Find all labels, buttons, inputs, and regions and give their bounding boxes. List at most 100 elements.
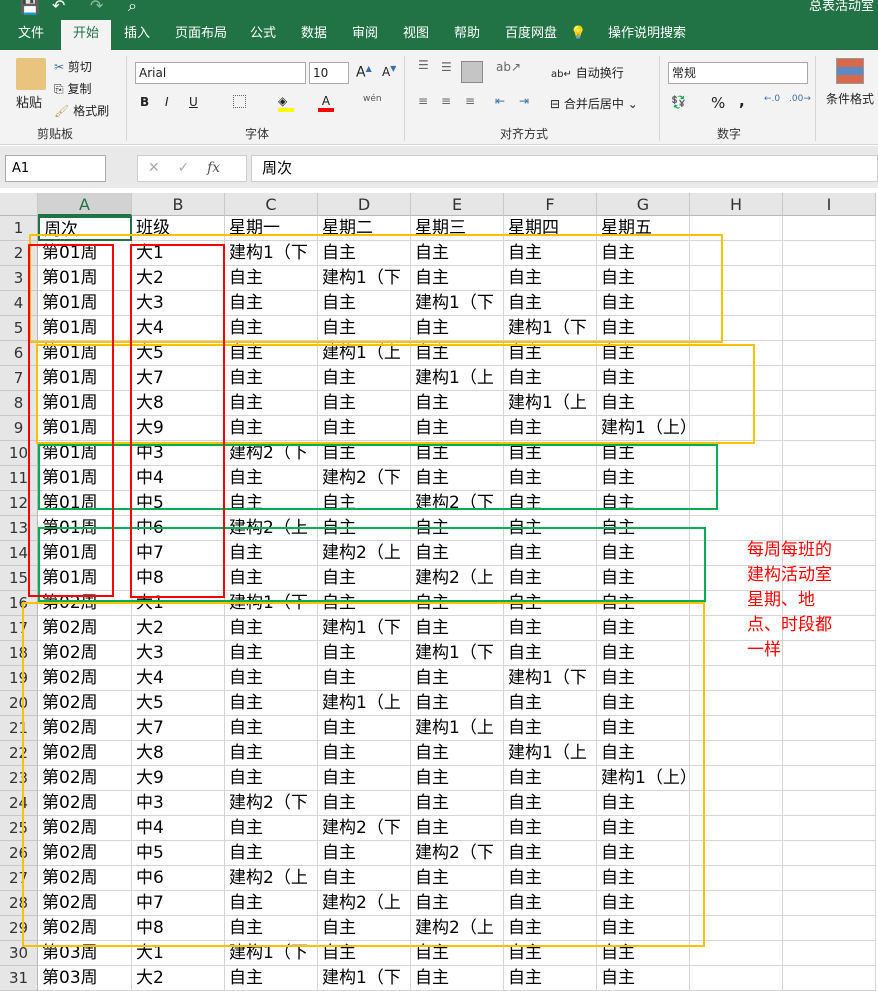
cell-E24[interactable]: 自主 <box>411 791 504 816</box>
cell-B10[interactable]: 中3 <box>132 441 225 466</box>
cell-A8[interactable]: 第01周 <box>38 391 132 416</box>
align-left-icon[interactable]: ≡ <box>418 94 428 108</box>
cell-A19[interactable]: 第02周 <box>38 666 132 691</box>
cell-E17[interactable]: 自主 <box>411 616 504 641</box>
cell-F1[interactable]: 星期四 <box>504 216 597 241</box>
cell-E25[interactable]: 自主 <box>411 816 504 841</box>
cell-G6[interactable]: 自主 <box>597 341 690 366</box>
cell-C18[interactable]: 自主 <box>225 641 318 666</box>
cell-G22[interactable]: 自主 <box>597 741 690 766</box>
cell-A17[interactable]: 第02周 <box>38 616 132 641</box>
cell-A1[interactable]: 周次 <box>38 216 132 241</box>
cell-D4[interactable]: 自主 <box>318 291 411 316</box>
select-all-corner[interactable] <box>0 193 38 216</box>
cell-E4[interactable]: 建构1（下 <box>411 291 504 316</box>
align-top-icon[interactable]: ☰ <box>418 58 429 72</box>
cell-A24[interactable]: 第02周 <box>38 791 132 816</box>
cell-I26[interactable] <box>783 841 876 866</box>
conditional-format-button[interactable]: 条件格式 <box>826 90 874 107</box>
cell-B26[interactable]: 中5 <box>132 841 225 866</box>
font-name-select[interactable]: Arial <box>135 62 306 84</box>
cell-H23[interactable] <box>690 766 783 791</box>
cell-H9[interactable] <box>690 416 783 441</box>
cell-E18[interactable]: 建构1（下 <box>411 641 504 666</box>
save-icon[interactable]: 💾 <box>20 0 40 15</box>
cell-H24[interactable] <box>690 791 783 816</box>
cell-C14[interactable]: 自主 <box>225 541 318 566</box>
cell-I3[interactable] <box>783 266 876 291</box>
cell-F5[interactable]: 建构1（下 <box>504 316 597 341</box>
cell-A29[interactable]: 第02周 <box>38 916 132 941</box>
align-bottom-icon[interactable] <box>461 61 483 83</box>
cell-E13[interactable]: 自主 <box>411 516 504 541</box>
increase-indent-icon[interactable]: ⇥ <box>519 94 529 108</box>
cell-D11[interactable]: 建构2（下 <box>318 466 411 491</box>
cell-F22[interactable]: 建构1（上 <box>504 741 597 766</box>
cell-G21[interactable]: 自主 <box>597 716 690 741</box>
cell-F11[interactable]: 自主 <box>504 466 597 491</box>
cell-E26[interactable]: 建构2（下 <box>411 841 504 866</box>
cell-H8[interactable] <box>690 391 783 416</box>
cell-D30[interactable]: 自主 <box>318 941 411 966</box>
cell-G16[interactable]: 自主 <box>597 591 690 616</box>
cell-D14[interactable]: 建构2（上 <box>318 541 411 566</box>
cell-C12[interactable]: 自主 <box>225 491 318 516</box>
cell-I25[interactable] <box>783 816 876 841</box>
cell-F27[interactable]: 自主 <box>504 866 597 891</box>
cell-H25[interactable] <box>690 816 783 841</box>
fill-color-icon[interactable]: ◈ <box>278 94 294 112</box>
increase-font-icon[interactable]: A▲ <box>356 64 372 81</box>
cell-D17[interactable]: 建构1（下 <box>318 616 411 641</box>
tab-data[interactable]: 数据 <box>289 20 339 50</box>
column-header-G[interactable]: G <box>597 193 690 216</box>
cell-E3[interactable]: 自主 <box>411 266 504 291</box>
cell-F15[interactable]: 自主 <box>504 566 597 591</box>
cell-I12[interactable] <box>783 491 876 516</box>
cell-B9[interactable]: 大9 <box>132 416 225 441</box>
cell-I10[interactable] <box>783 441 876 466</box>
cell-B22[interactable]: 大8 <box>132 741 225 766</box>
cell-B1[interactable]: 班级 <box>132 216 225 241</box>
cell-I23[interactable] <box>783 766 876 791</box>
cell-D29[interactable]: 自主 <box>318 916 411 941</box>
row-header[interactable]: 3 <box>0 266 38 291</box>
row-header[interactable]: 6 <box>0 341 38 366</box>
decrease-font-icon[interactable]: A▼ <box>382 64 396 79</box>
cell-I22[interactable] <box>783 741 876 766</box>
formula-input[interactable]: 周次 <box>251 155 878 182</box>
cell-E31[interactable]: 自主 <box>411 966 504 991</box>
cell-H27[interactable] <box>690 866 783 891</box>
cell-G14[interactable]: 自主 <box>597 541 690 566</box>
tab-formulas[interactable]: 公式 <box>238 20 288 50</box>
row-header[interactable]: 28 <box>0 891 38 916</box>
cell-E23[interactable]: 自主 <box>411 766 504 791</box>
bold-button[interactable]: B <box>140 95 149 109</box>
decrease-indent-icon[interactable]: ⇤ <box>495 94 505 108</box>
cell-C20[interactable]: 自主 <box>225 691 318 716</box>
row-header[interactable]: 30 <box>0 941 38 966</box>
tab-help[interactable]: 帮助 <box>442 20 492 50</box>
cell-A10[interactable]: 第01周 <box>38 441 132 466</box>
cell-H5[interactable] <box>690 316 783 341</box>
cell-D8[interactable]: 自主 <box>318 391 411 416</box>
cell-B31[interactable]: 大2 <box>132 966 225 991</box>
cell-F23[interactable]: 自主 <box>504 766 597 791</box>
cell-A27[interactable]: 第02周 <box>38 866 132 891</box>
cell-B12[interactable]: 中5 <box>132 491 225 516</box>
cell-C27[interactable]: 建构2（上 <box>225 866 318 891</box>
cell-H22[interactable] <box>690 741 783 766</box>
cell-C9[interactable]: 自主 <box>225 416 318 441</box>
cell-B30[interactable]: 大1 <box>132 941 225 966</box>
cell-G13[interactable]: 自主 <box>597 516 690 541</box>
align-center-icon[interactable]: ≡ <box>441 94 451 108</box>
row-header[interactable]: 18 <box>0 641 38 666</box>
cell-I24[interactable] <box>783 791 876 816</box>
cell-H20[interactable] <box>690 691 783 716</box>
cell-E12[interactable]: 建构2（下 <box>411 491 504 516</box>
column-header-A[interactable]: A <box>38 193 132 216</box>
cell-C13[interactable]: 建构2（上 <box>225 516 318 541</box>
cell-H2[interactable] <box>690 241 783 266</box>
cell-F12[interactable]: 自主 <box>504 491 597 516</box>
cell-A6[interactable]: 第01周 <box>38 341 132 366</box>
cell-B18[interactable]: 大3 <box>132 641 225 666</box>
